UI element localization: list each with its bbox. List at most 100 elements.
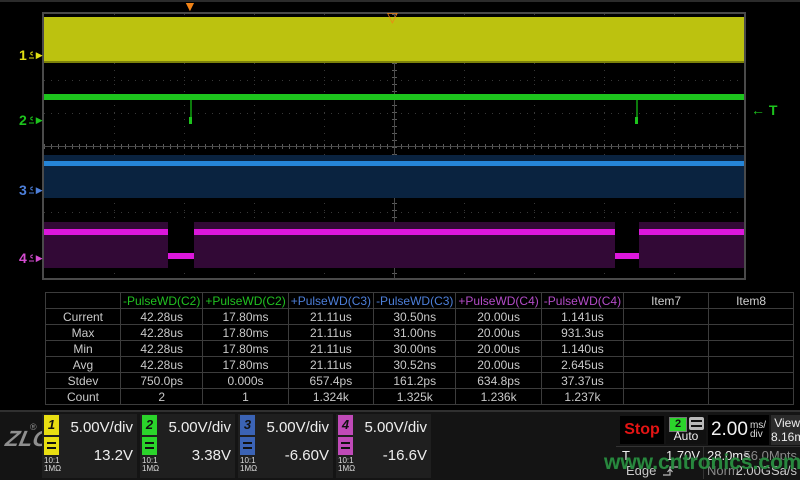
divider — [616, 446, 800, 447]
trigger-level-label: T — [769, 102, 778, 118]
cell: 20.00us — [456, 309, 541, 325]
cell: 931.3us — [541, 325, 623, 341]
view-label: View — [771, 416, 800, 430]
timebase-unit: ms/ div — [750, 421, 766, 439]
watermark: www.cntronics.com — [604, 451, 800, 475]
cell — [624, 357, 709, 373]
cell: 657.4ps — [288, 373, 373, 389]
row-label: Avg — [46, 357, 121, 373]
dc-coupling-icon — [338, 437, 353, 455]
channel2-arrow-icon: ▶ — [36, 115, 43, 126]
header-pulsewd-pos-c3[interactable]: +PulseWD(C3) — [288, 293, 373, 309]
cell: 0.000s — [203, 373, 288, 389]
cell — [624, 325, 709, 341]
delay-reference-marker[interactable]: ▽ — [387, 10, 398, 24]
channel4-pulse-gap — [615, 222, 639, 268]
timebase-value: 2.00 — [711, 419, 748, 441]
channel3-control[interactable]: 3 10:11MΩ 5.00V/div -6.60V — [238, 414, 333, 478]
cell: 21.11us — [288, 309, 373, 325]
channel1-position-marker[interactable]: 1 ▶ — [19, 48, 43, 62]
header-blank — [46, 293, 121, 309]
channel4-position-marker[interactable]: 4 ▶ — [19, 251, 43, 265]
channel2-control[interactable]: 2 10:11MΩ 5.00V/div 3.38V — [140, 414, 235, 478]
channel2-position-marker[interactable]: 2 ▶ — [19, 113, 43, 127]
cell — [624, 373, 709, 389]
header-pulsewd-neg-c2[interactable]: -PulseWD(C2) — [121, 293, 203, 309]
cell — [709, 357, 794, 373]
cell: 1.324k — [288, 389, 373, 405]
channel3-position-marker[interactable]: 3 ▶ — [19, 183, 43, 197]
channel1-number: 1 — [19, 47, 27, 63]
header-item7[interactable]: Item7 — [624, 293, 709, 309]
channel4-control[interactable]: 4 10:11MΩ 5.00V/div -16.6V — [336, 414, 431, 478]
cell — [709, 325, 794, 341]
cell: 17.80ms — [203, 357, 288, 373]
measurement-table: -PulseWD(C2) +PulseWD(C2) +PulseWD(C3) -… — [45, 292, 794, 405]
channel4-pulse-gap — [168, 222, 194, 268]
run-stop-button[interactable]: Stop — [620, 416, 664, 444]
channel3-number: 3 — [19, 182, 27, 198]
coupling-glyph-icon — [28, 186, 35, 195]
cell: 21.11us — [288, 357, 373, 373]
header-pulsewd-pos-c2[interactable]: +PulseWD(C2) — [203, 293, 288, 309]
waveform-display — [44, 14, 744, 278]
cell: 20.00us — [456, 325, 541, 341]
header-pulsewd-neg-c3[interactable]: -PulseWD(C3) — [374, 293, 456, 309]
channel4-pulse-low — [615, 253, 639, 259]
cell — [709, 389, 794, 405]
trigger-level-marker[interactable]: ← T — [751, 102, 777, 118]
cell — [624, 309, 709, 325]
row-label: Stdev — [46, 373, 121, 389]
cell — [709, 309, 794, 325]
table-row: Max 42.28us 17.80ms 21.11us 31.00ns 20.0… — [46, 325, 794, 341]
header-pulsewd-neg-c4[interactable]: -PulseWD(C4) — [541, 293, 623, 309]
cell: 1.236k — [456, 389, 541, 405]
left-arrow-icon: ← — [751, 102, 765, 118]
channel3-badge[interactable]: 3 — [240, 415, 255, 435]
row-label: Min — [46, 341, 121, 357]
cell: 1.140us — [541, 341, 623, 357]
view-control[interactable]: View 8.16ms — [771, 415, 800, 445]
channel2-badge[interactable]: 2 — [142, 415, 157, 435]
channel3-trace — [44, 161, 744, 166]
channel1-control[interactable]: 1 10:11MΩ 5.00V/div 13.2V — [42, 414, 137, 478]
cell: 30.52ns — [374, 357, 456, 373]
coupling-glyph-icon — [28, 51, 35, 60]
trigger-position-marker[interactable]: ▼ — [183, 0, 197, 13]
channel1-probe-info: 10:11MΩ — [44, 457, 61, 473]
channel3-offset: -6.60V — [258, 447, 329, 464]
table-row: Current 42.28us 17.80ms 21.11us 30.50ns … — [46, 309, 794, 325]
table-row: Stdev 750.0ps 0.000s 657.4ps 161.2ps 634… — [46, 373, 794, 389]
channel3-arrow-icon: ▶ — [36, 185, 43, 196]
header-item8[interactable]: Item8 — [709, 293, 794, 309]
cell: 42.28us — [121, 309, 203, 325]
cell: 17.80ms — [203, 309, 288, 325]
cell: 1 — [203, 389, 288, 405]
cell: 42.28us — [121, 325, 203, 341]
channel1-scale: 5.00V/div — [62, 419, 133, 436]
channel4-badge[interactable]: 4 — [338, 415, 353, 435]
trigger-mode[interactable]: Auto — [666, 429, 706, 443]
cell: 21.11us — [288, 325, 373, 341]
cell — [624, 389, 709, 405]
registered-mark: ® — [30, 422, 37, 432]
channel3-probe-info: 10:11MΩ — [240, 457, 257, 473]
header-pulsewd-pos-c4[interactable]: +PulseWD(C4) — [456, 293, 541, 309]
channel2-trace — [44, 94, 744, 100]
cell: 31.00ns — [374, 325, 456, 341]
cell — [709, 341, 794, 357]
cell: 30.50ns — [374, 309, 456, 325]
top-border-strip — [0, 0, 800, 2]
table-row: Avg 42.28us 17.80ms 21.11us 30.52ns 20.0… — [46, 357, 794, 373]
channel4-arrow-icon: ▶ — [36, 253, 43, 264]
channel1-badge[interactable]: 1 — [44, 415, 59, 435]
row-label: Count — [46, 389, 121, 405]
cell: 21.11us — [288, 341, 373, 357]
timebase-control[interactable]: 2.00 ms/ div — [708, 415, 769, 445]
cell: 1.237k — [541, 389, 623, 405]
channel2-spike-tip — [635, 117, 638, 124]
channel2-spike-tip — [189, 117, 192, 124]
dc-coupling-icon — [240, 437, 255, 455]
trigger-source-control[interactable]: 2 Auto — [666, 416, 706, 444]
cell: 42.28us — [121, 357, 203, 373]
